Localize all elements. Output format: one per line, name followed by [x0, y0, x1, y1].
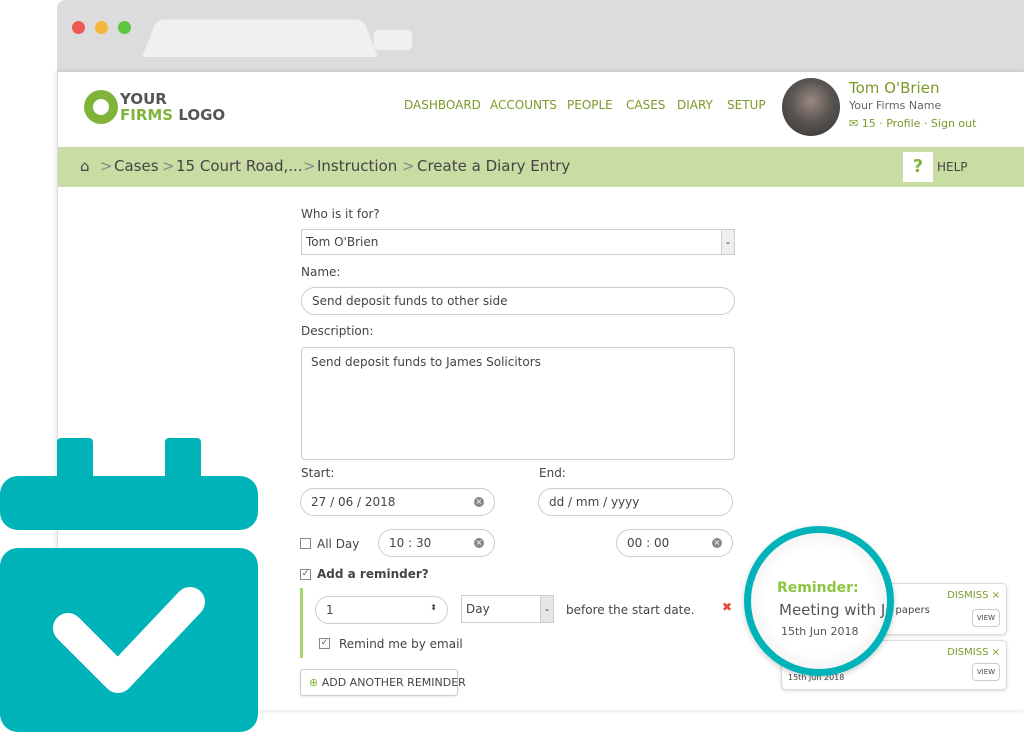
breadcrumb: ⌂ > Cases > 15 Court Road,... > Instruct…	[58, 147, 1024, 187]
end-label: End:	[539, 466, 566, 480]
logo-icon[interactable]	[84, 90, 118, 124]
chevron-down-icon: ⌄	[721, 230, 734, 254]
end-time-input[interactable]: 00 : 00 ×	[616, 529, 733, 557]
dismiss-button[interactable]: DISMISS ×	[947, 647, 1000, 658]
close-window-button[interactable]	[72, 21, 85, 34]
profile-link[interactable]: Profile	[886, 117, 920, 130]
user-name[interactable]: Tom O'Brien	[849, 79, 939, 97]
avatar[interactable]	[782, 78, 840, 136]
reminder-quantity-stepper[interactable]: 1 ⬍	[315, 596, 448, 624]
view-button[interactable]: VIEW	[972, 663, 1000, 681]
remove-reminder-icon[interactable]: ✖	[722, 600, 732, 614]
view-button[interactable]: VIEW	[972, 609, 1000, 627]
add-another-reminder-button[interactable]: ⊕ ADD ANOTHER REMINDER	[300, 669, 466, 696]
home-icon[interactable]: ⌂	[80, 157, 90, 175]
breadcrumb-current: Create a Diary Entry	[417, 157, 571, 175]
clear-icon[interactable]: ×	[474, 538, 484, 548]
nav-people[interactable]: PEOPLE	[567, 98, 613, 112]
help-icon[interactable]: ?	[903, 152, 933, 182]
all-day-label: All Day	[317, 537, 360, 551]
calendar-check-icon	[0, 438, 258, 732]
description-textarea[interactable]: Send deposit funds to James Solicitors	[301, 347, 735, 460]
remind-email-label: Remind me by email	[339, 637, 463, 651]
nav-dashboard[interactable]: DASHBOARD	[404, 98, 481, 112]
breadcrumb-case[interactable]: 15 Court Road,...	[176, 157, 303, 175]
reminder-suffix: before the start date.	[566, 603, 695, 617]
user-links: ✉ 15 · Profile · Sign out	[849, 117, 977, 130]
stepper-arrows-icon[interactable]: ⬍	[430, 603, 437, 612]
nav-accounts[interactable]: ACCOUNTS	[490, 98, 557, 112]
clear-icon[interactable]: ×	[712, 538, 722, 548]
envelope-icon[interactable]: ✉	[849, 117, 858, 130]
name-label: Name:	[301, 265, 341, 279]
plus-circle-icon: ⊕	[309, 676, 319, 689]
all-day-checkbox[interactable]	[300, 538, 311, 549]
dismiss-button[interactable]: DISMISS ×	[947, 590, 1000, 601]
add-reminder-label: Add a reminder?	[317, 567, 429, 581]
help-label[interactable]: HELP	[937, 160, 968, 174]
breadcrumb-instruction[interactable]: Instruction	[317, 157, 397, 175]
remind-email-checkbox[interactable]: ✓	[319, 638, 330, 649]
firm-name: Your Firms Name	[849, 99, 942, 112]
maximize-window-button[interactable]	[118, 21, 131, 34]
description-label: Description:	[301, 324, 374, 338]
end-date-input[interactable]: dd / mm / yyyy	[538, 488, 733, 516]
logo-text: YOUR FIRMS LOGO	[120, 90, 226, 124]
nav-setup[interactable]: SETUP	[727, 98, 766, 112]
who-label: Who is it for?	[301, 207, 380, 221]
name-input[interactable]: Send deposit funds to other side	[301, 287, 735, 315]
nav-cases[interactable]: CASES	[626, 98, 665, 112]
nav-diary[interactable]: DIARY	[677, 98, 713, 112]
start-date-input[interactable]: 27 / 06 / 2018 ×	[300, 488, 495, 516]
minimize-window-button[interactable]	[95, 21, 108, 34]
clear-icon[interactable]: ×	[474, 497, 484, 507]
breadcrumb-cases[interactable]: Cases	[114, 157, 159, 175]
new-tab-button[interactable]	[374, 30, 412, 50]
start-time-input[interactable]: 10 : 30 ×	[378, 529, 495, 557]
browser-tab[interactable]	[142, 19, 378, 58]
signout-link[interactable]: Sign out	[931, 117, 977, 130]
message-count[interactable]: 15	[862, 117, 876, 130]
add-reminder-checkbox[interactable]: ✓	[300, 569, 311, 580]
reminder-unit-select[interactable]: Day ⌄	[461, 595, 554, 623]
start-label: Start:	[301, 466, 335, 480]
magnified-title: Meeting with John	[779, 601, 894, 619]
chevron-down-icon: ⌄	[540, 596, 553, 622]
reminder-group-bar	[300, 588, 303, 658]
magnifier-lens: Reminder: Meeting with John 15th Jun 201…	[744, 526, 894, 676]
who-select[interactable]: Tom O'Brien ⌄	[301, 229, 735, 255]
